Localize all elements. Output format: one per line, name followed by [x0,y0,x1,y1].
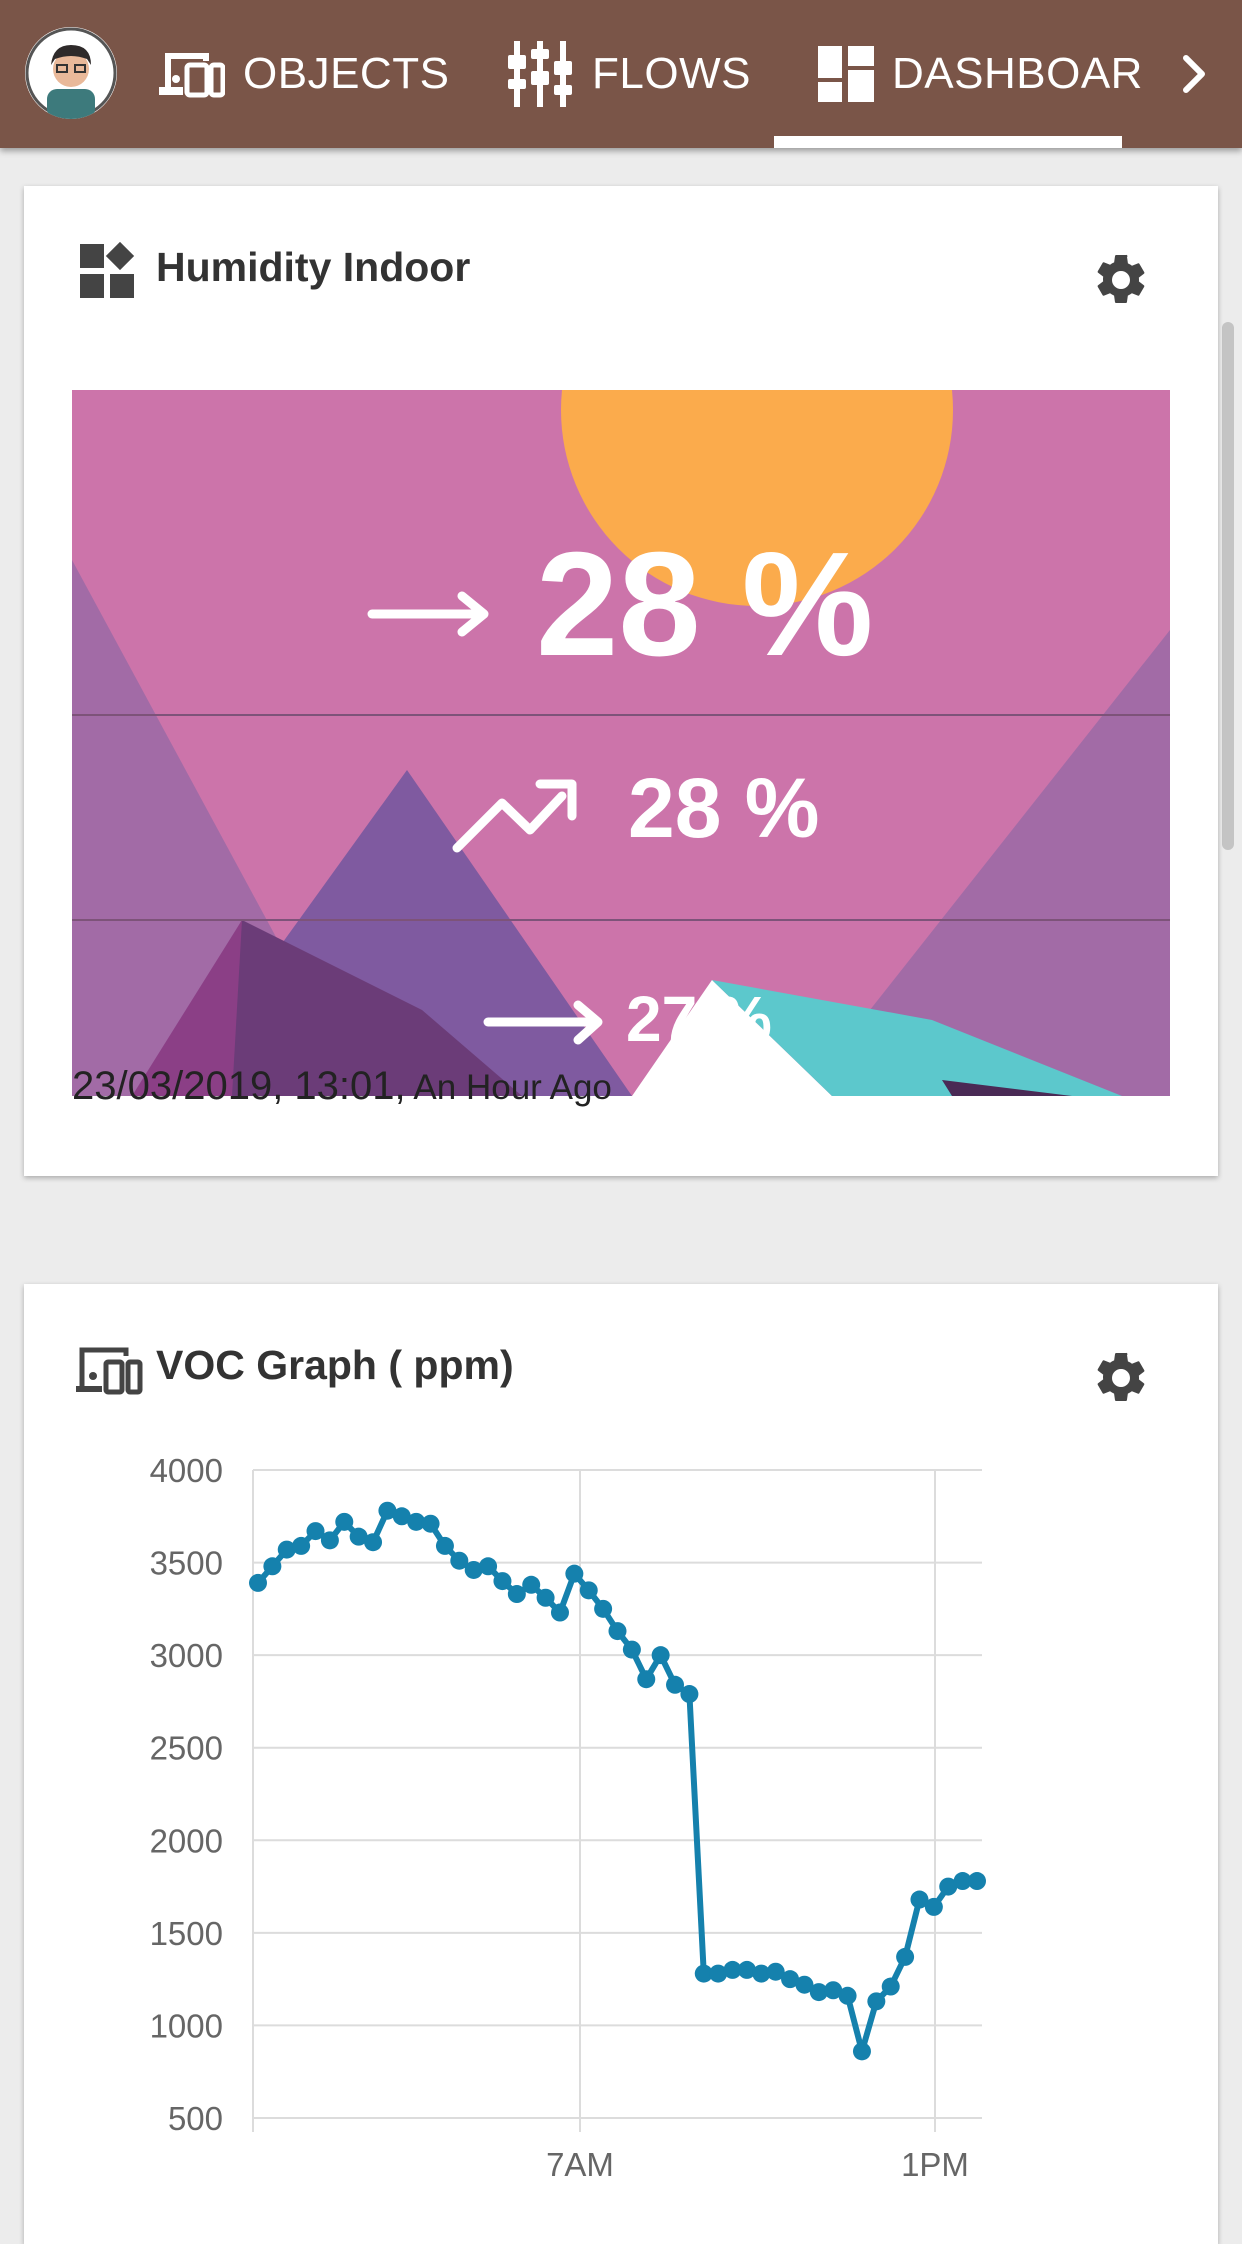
voc-line-chart: 4000 3500 3000 2500 2000 1500 1000 500 7AM 1PM [150,1452,986,2183]
data-point [896,1947,915,1966]
y-tick-label: 500 [168,2100,223,2137]
data-point [550,1603,569,1622]
y-tick-label: 3500 [150,1545,223,1582]
card-title: Humidity Indoor [156,244,471,290]
humidity-display: 28 % 28 % 27 % [72,390,1170,1096]
x-tick-label: 7AM [546,2146,614,2183]
gear-icon[interactable] [1091,250,1151,310]
tab-flows[interactable]: FLOWS [506,0,751,148]
background-illustration [72,390,1170,1096]
data-point [881,1977,900,1996]
tab-objects-label: OBJECTS [243,49,450,98]
data-point [493,1572,512,1591]
data-point [335,1512,354,1531]
data-point [579,1581,598,1600]
second-humidity-value: 28 % [628,761,820,855]
data-point [320,1531,339,1550]
widget-icon [80,242,135,298]
dashboard-icon [818,46,874,102]
tab-flows-label: FLOWS [592,49,751,98]
data-point [622,1640,641,1659]
chevron-right-icon[interactable] [1180,52,1210,96]
voc-card: VOC Graph ( ppm) 4000 3500 3000 2500 2000 150… [24,1284,1218,2244]
devices-icon [159,53,225,98]
data-point [249,1573,267,1592]
y-tick-label: 1500 [150,1915,223,1952]
data-point [608,1622,627,1641]
data-point [435,1536,454,1555]
y-tick-label: 1000 [150,2007,223,2044]
data-point [479,1557,498,1576]
data-point [867,1992,886,2011]
data-point [968,1872,986,1891]
active-tab-indicator [774,136,1122,148]
flows-icon [508,41,572,107]
data-point [838,1986,857,2005]
top-navigation: OBJECTS FLOWS DASHBOAR [0,0,1242,148]
data-point [594,1599,613,1618]
data-point [852,2042,871,2061]
tab-objects[interactable]: OBJECTS [157,0,449,148]
current-humidity-value: 28 % [536,522,874,687]
data-point [924,1897,943,1916]
y-tick-label: 2000 [150,1822,223,1859]
timestamp-value: 23/03/2019, 13:01, [72,1064,406,1108]
series-line [255,1507,980,2055]
y-tick-label: 3000 [150,1637,223,1674]
third-humidity-value: 27 % [626,983,772,1055]
data-point [421,1514,440,1533]
humidity-card: Humidity Indoor 28 % 28 % 27 % 23/03/201… [24,186,1218,1176]
scrollbar[interactable] [1222,322,1234,850]
data-point [292,1536,311,1555]
data-point [565,1564,584,1583]
last-updated: 23/03/2019, 13:01, An Hour Ago [72,1064,612,1109]
tab-dashboard[interactable]: DASHBOAR [818,0,1143,148]
data-point [637,1670,656,1689]
user-avatar[interactable] [25,27,117,119]
relative-time: An Hour Ago [405,1068,612,1107]
data-point [364,1533,383,1552]
x-tick-label: 1PM [901,2146,969,2183]
y-tick-label: 2500 [150,1730,223,1767]
data-point [651,1646,670,1665]
data-point [536,1588,555,1607]
data-point [680,1685,699,1704]
data-point [522,1575,541,1594]
data-point [263,1557,282,1576]
y-tick-label: 4000 [150,1452,223,1489]
tab-dashboard-label: DASHBOAR [892,49,1143,98]
